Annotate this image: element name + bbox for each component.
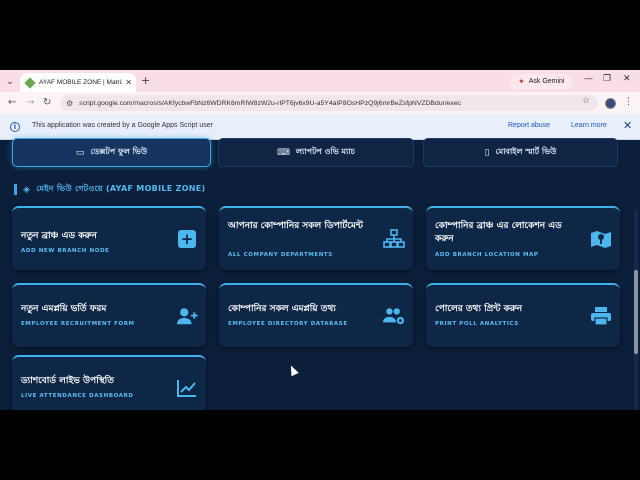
add-user-icon <box>176 305 198 327</box>
maximize-icon[interactable]: ❐ <box>603 74 611 84</box>
sitemap-icon <box>383 228 405 250</box>
users-gear-icon <box>383 305 405 327</box>
section-accent-bar <box>14 184 17 195</box>
info-icon: i <box>10 122 20 132</box>
laptop-icon: ⌨ <box>277 147 291 158</box>
tab-laptop-label: ল্যাপটপ ওভি ম্যাচ <box>296 147 355 156</box>
tab-close-icon[interactable]: ✕ <box>125 78 132 87</box>
url-text: script.google.com/macros/s/AKfycbwFbNz6W… <box>79 99 462 107</box>
card-add-branch[interactable]: নতুন ব্রাঞ্চ এড করুন ADD NEW BRANCH NODE… <box>12 206 206 270</box>
bookmark-star-icon[interactable]: ☆ <box>582 96 590 106</box>
card-subtitle: EMPLOYEE RECRUITMENT FORM <box>21 321 135 327</box>
card-title: পোলের তথ্য প্রিন্ট করুন <box>435 304 523 314</box>
minimize-icon[interactable]: — <box>584 74 593 84</box>
tab-mobile-label: মোবাইল স্মার্ট ভিউ <box>495 147 557 156</box>
cube-icon: ◈ <box>23 184 31 195</box>
card-branch-location[interactable]: কোম্পানির ব্রাঞ্চ এর লোকেশন এড করুন ADD … <box>426 206 620 270</box>
scrollbar-thumb[interactable] <box>634 270 638 354</box>
mobile-icon: ▯ <box>484 147 490 158</box>
omnibox[interactable]: ⚙ script.google.com/macros/s/AKfycbwFbNz… <box>60 95 598 111</box>
reload-icon[interactable]: ↻ <box>43 97 51 108</box>
section-title: ◈ মেইন ভিউ গেটওয়ে (AYAF MOBILE ZONE) <box>14 183 206 196</box>
mouse-cursor <box>287 363 299 377</box>
browser-window: ⌄ AYAF MOBILE ZONE | Matrix Ne ✕ + ✦ Ask… <box>0 70 640 410</box>
card-title: কোম্পানির সকল এমপ্লয়ি তথ্য <box>228 304 336 314</box>
tab-strip: ⌄ AYAF MOBILE ZONE | Matrix Ne ✕ + ✦ Ask… <box>0 70 640 92</box>
forward-icon[interactable]: → <box>26 97 34 108</box>
card-title: নতুন এমপ্লয়ি ভর্তি ফরম <box>21 304 107 314</box>
tab-search-chevron-icon[interactable]: ⌄ <box>3 75 17 89</box>
tab-desktop-view[interactable]: ▭ ডেক্সটপ ফুল ভিউ <box>12 138 211 167</box>
card-subtitle: ADD NEW BRANCH NODE <box>21 248 110 254</box>
learn-more-link[interactable]: Learn more <box>571 122 607 129</box>
card-print-poll[interactable]: পোলের তথ্য প্রিন্ট করুন PRINT POLL ANALY… <box>426 283 620 347</box>
infobar-text: This application was created by a Google… <box>32 122 213 129</box>
browser-menu-icon[interactable]: ⋮ <box>624 97 633 107</box>
card-employee-directory[interactable]: কোম্পানির সকল এমপ্লয়ি তথ্য EMPLOYEE DIR… <box>219 283 413 347</box>
chart-line-icon <box>176 377 198 399</box>
new-tab-button[interactable]: + <box>141 74 150 87</box>
card-title: ড্যাশবোর্ড লাইভ উপস্থিতি <box>21 376 114 386</box>
back-icon[interactable]: ← <box>8 97 16 108</box>
gemini-spark-icon: ✦ <box>518 77 525 86</box>
card-title: নতুন ব্রাঞ্চ এড করুন <box>21 231 97 241</box>
map-location-icon <box>590 228 612 250</box>
desktop-icon: ▭ <box>75 147 85 158</box>
tab-mobile-view[interactable]: ▯ মোবাইল স্মার্ট ভিউ <box>423 138 618 167</box>
card-title: আপনার কোম্পানির সকল ডিপার্টমেন্ট <box>228 221 363 231</box>
card-subtitle: LIVE ATTENDANCE DASHBOARD <box>21 393 134 399</box>
browser-tab[interactable]: AYAF MOBILE ZONE | Matrix Ne ✕ <box>20 73 136 92</box>
card-title: কোম্পানির ব্রাঞ্চ এর লোকেশন এড করুন <box>435 221 562 244</box>
plus-box-icon: + <box>176 228 198 250</box>
card-employee-recruitment[interactable]: নতুন এমপ্লয়ি ভর্তি ফরম EMPLOYEE RECRUIT… <box>12 283 206 347</box>
card-all-departments[interactable]: আপনার কোম্পানির সকল ডিপার্টমেন্ট ALL COM… <box>219 206 413 270</box>
card-subtitle: ADD BRANCH LOCATION MAP <box>435 252 539 258</box>
infobar-close-icon[interactable]: ✕ <box>623 119 632 132</box>
site-info-icon[interactable]: ⚙ <box>66 99 73 108</box>
apps-script-infobar: i This application was created by a Goog… <box>0 114 640 140</box>
report-abuse-link[interactable]: Report abuse <box>508 122 550 129</box>
tab-desktop-label: ডেক্সটপ ফুল ভিউ <box>90 147 148 156</box>
ask-gemini-button[interactable]: ✦ Ask Gemini <box>510 74 573 89</box>
section-title-text: মেইন ভিউ গেটওয়ে (AYAF MOBILE ZONE) <box>36 184 206 193</box>
ask-gemini-label: Ask Gemini <box>528 78 565 85</box>
window-close-icon[interactable]: ✕ <box>623 74 631 84</box>
card-subtitle: EMPLOYEE DIRECTORY DATABASE <box>228 321 348 327</box>
card-subtitle: ALL COMPANY DEPARTMENTS <box>228 252 333 258</box>
card-subtitle: PRINT POLL ANALYTICS <box>435 321 519 327</box>
profile-avatar[interactable] <box>605 98 616 109</box>
printer-icon <box>590 305 612 327</box>
tab-title: AYAF MOBILE ZONE | Matrix Ne <box>39 79 122 86</box>
address-bar: ← → ↻ ⚙ script.google.com/macros/s/AKfyc… <box>0 92 640 114</box>
tab-laptop-view[interactable]: ⌨ ল্যাপটপ ওভি ম্যাচ <box>218 138 414 167</box>
card-live-attendance[interactable]: ড্যাশবোর্ড লাইভ উপস্থিতি LIVE ATTENDANCE… <box>12 355 206 410</box>
favicon-icon <box>24 76 36 89</box>
view-mode-tabs: ▭ ডেক্সটপ ফুল ভিউ ⌨ ল্যাপটপ ওভি ম্যাচ ▯ … <box>12 138 618 168</box>
